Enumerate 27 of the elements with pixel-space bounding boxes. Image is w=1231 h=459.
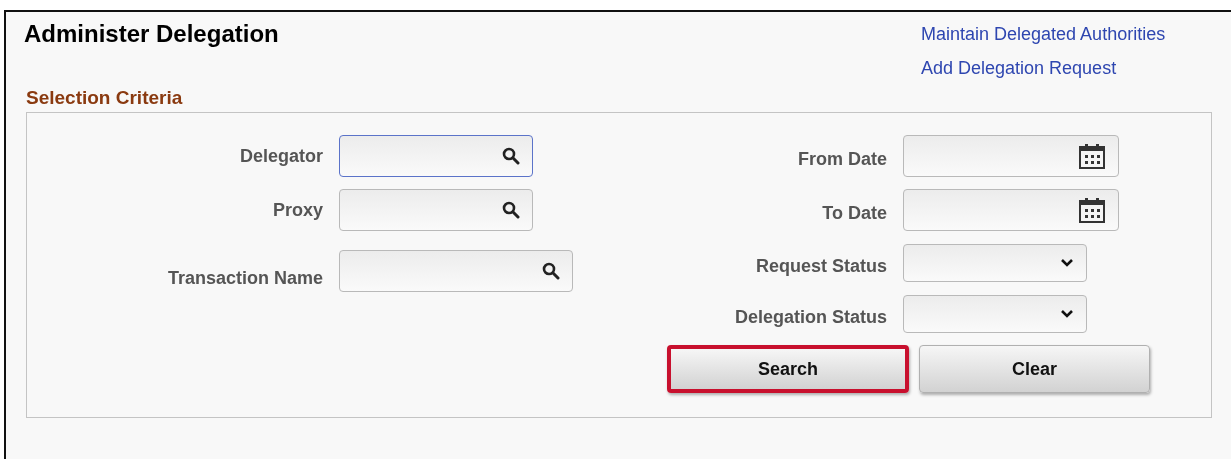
- page-link[interactable]: Add Delegation Request: [921, 56, 1117, 80]
- dropdown-field[interactable]: [903, 244, 1087, 282]
- page-title: Administer Delegation: [24, 20, 279, 49]
- search-icon[interactable]: [502, 201, 520, 219]
- field-label: To Date: [821, 201, 887, 225]
- field-label: Proxy: [271, 198, 323, 222]
- action-button[interactable]: Clear: [919, 345, 1150, 393]
- action-button[interactable]: Search: [667, 345, 909, 393]
- chevron-down-icon: [1060, 258, 1074, 268]
- field-label: Transaction Name: [166, 267, 323, 290]
- date-field[interactable]: [903, 189, 1119, 231]
- section-heading: Selection Criteria: [26, 86, 184, 110]
- date-field[interactable]: [903, 135, 1119, 177]
- field-label: Request Status: [754, 254, 887, 278]
- lookup-field[interactable]: [339, 249, 573, 292]
- field-label: Delegator: [238, 144, 323, 168]
- page-link[interactable]: Maintain Delegated Authorities: [921, 22, 1166, 46]
- calendar-icon[interactable]: [1078, 196, 1106, 224]
- lookup-field[interactable]: [339, 135, 533, 177]
- search-icon[interactable]: [502, 147, 520, 165]
- field-label: Delegation Status: [733, 305, 887, 329]
- calendar-icon[interactable]: [1078, 142, 1106, 170]
- search-icon[interactable]: [542, 261, 560, 280]
- dropdown-field[interactable]: [903, 295, 1087, 333]
- lookup-field[interactable]: [339, 189, 533, 231]
- chevron-down-icon: [1060, 309, 1074, 319]
- field-label: From Date: [797, 147, 887, 171]
